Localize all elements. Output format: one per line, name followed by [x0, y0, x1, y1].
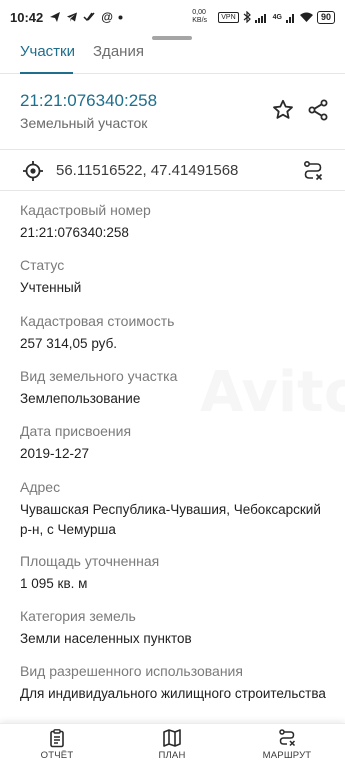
- active-tab-indicator: [20, 72, 73, 74]
- field-label: Статус: [20, 257, 65, 273]
- route-clear-icon[interactable]: [301, 159, 325, 183]
- field-value: Учтенный: [20, 280, 82, 295]
- favorite-star-icon[interactable]: [271, 98, 295, 122]
- field-value: Землепользование: [20, 391, 141, 406]
- network-speed: 0,00 KB/s: [192, 9, 208, 24]
- nav-plan-button[interactable]: ПЛАН: [132, 728, 212, 761]
- nav-report-button[interactable]: ОТЧЁТ: [17, 728, 97, 761]
- status-bar: 10:42 @ 0,00 KB/s VPN 4G 90: [0, 0, 345, 34]
- field-status: Статус Учтенный: [20, 256, 330, 298]
- network-type: 4G: [272, 13, 282, 21]
- tab-plots[interactable]: Участки: [20, 43, 75, 60]
- status-right: 0,00 KB/s VPN 4G 90: [192, 9, 335, 25]
- field-label: Кадастровая стоимость: [20, 313, 175, 329]
- field-value: 21:21:076340:258: [20, 225, 129, 240]
- map-icon: [163, 729, 181, 747]
- telegram-icon: [66, 11, 78, 23]
- notification-icons: @: [49, 10, 123, 24]
- signal-icon: [254, 12, 269, 23]
- status-time: 10:42: [10, 9, 44, 25]
- share-icon[interactable]: [306, 98, 330, 122]
- field-label: Вид земельного участка: [20, 368, 178, 384]
- tab-bar: Участки Здания: [0, 34, 345, 74]
- field-label: Площадь уточненная: [20, 553, 160, 569]
- nav-plan-label: ПЛАН: [158, 750, 186, 761]
- field-permitted-use: Вид разрешенного использования Для индив…: [20, 662, 330, 704]
- clipboard-icon: [50, 729, 64, 748]
- field-value: Для индивидуального жилищного строительс…: [20, 686, 326, 701]
- wifi-icon: [299, 12, 313, 22]
- route-icon: [279, 729, 296, 747]
- field-value: Чувашская Республика-Чувашия, Чебоксарск…: [20, 502, 321, 537]
- field-area: Площадь уточненная 1 095 кв. м: [20, 552, 330, 594]
- vpn-badge: VPN: [218, 11, 239, 23]
- coordinates-row: 56.11516522, 47.41491568: [0, 149, 345, 191]
- field-label: Адрес: [20, 479, 61, 495]
- send-icon: [49, 11, 61, 23]
- field-value: 257 314,05 руб.: [20, 336, 118, 351]
- nav-report-label: ОТЧЁТ: [40, 750, 74, 761]
- field-label: Кадастровый номер: [20, 202, 151, 218]
- field-value: 1 095 кв. м: [20, 576, 88, 591]
- field-label: Дата присвоения: [20, 423, 132, 439]
- coordinates-text[interactable]: 56.11516522, 47.41491568: [56, 162, 238, 179]
- field-label: Вид разрешенного использования: [20, 663, 243, 679]
- signal-icon-2: [285, 12, 296, 23]
- field-value: Земли населенных пунктов: [20, 631, 192, 646]
- bluetooth-icon: [243, 11, 251, 23]
- plot-type: Земельный участок: [20, 115, 148, 131]
- field-address: Адрес Чувашская Республика-Чувашия, Чебо…: [20, 478, 330, 540]
- battery-icon: 90: [316, 10, 335, 24]
- field-cadastral-number: Кадастровый номер 21:21:076340:258: [20, 201, 330, 243]
- bottom-nav: ОТЧЁТ ПЛАН МАРШРУТ: [0, 723, 345, 767]
- nav-route-label: МАРШРУТ: [262, 750, 312, 761]
- plot-cadastral-id: 21:21:076340:258: [20, 91, 158, 110]
- field-assignment-date: Дата присвоения 2019-12-27: [20, 422, 330, 464]
- field-label: Категория земель: [20, 608, 136, 624]
- nav-route-button[interactable]: МАРШРУТ: [247, 728, 327, 761]
- checkmarks-icon: [83, 11, 96, 23]
- gps-target-icon[interactable]: [22, 160, 44, 182]
- dot-icon: [118, 15, 123, 20]
- tab-buildings[interactable]: Здания: [93, 43, 144, 60]
- field-value: 2019-12-27: [20, 446, 90, 461]
- field-plot-kind: Вид земельного участка Землепользование: [20, 367, 330, 409]
- field-cadastral-value: Кадастровая стоимость 257 314,05 руб.: [20, 312, 330, 354]
- at-icon: @: [101, 10, 113, 24]
- field-land-category: Категория земель Земли населенных пункто…: [20, 607, 330, 649]
